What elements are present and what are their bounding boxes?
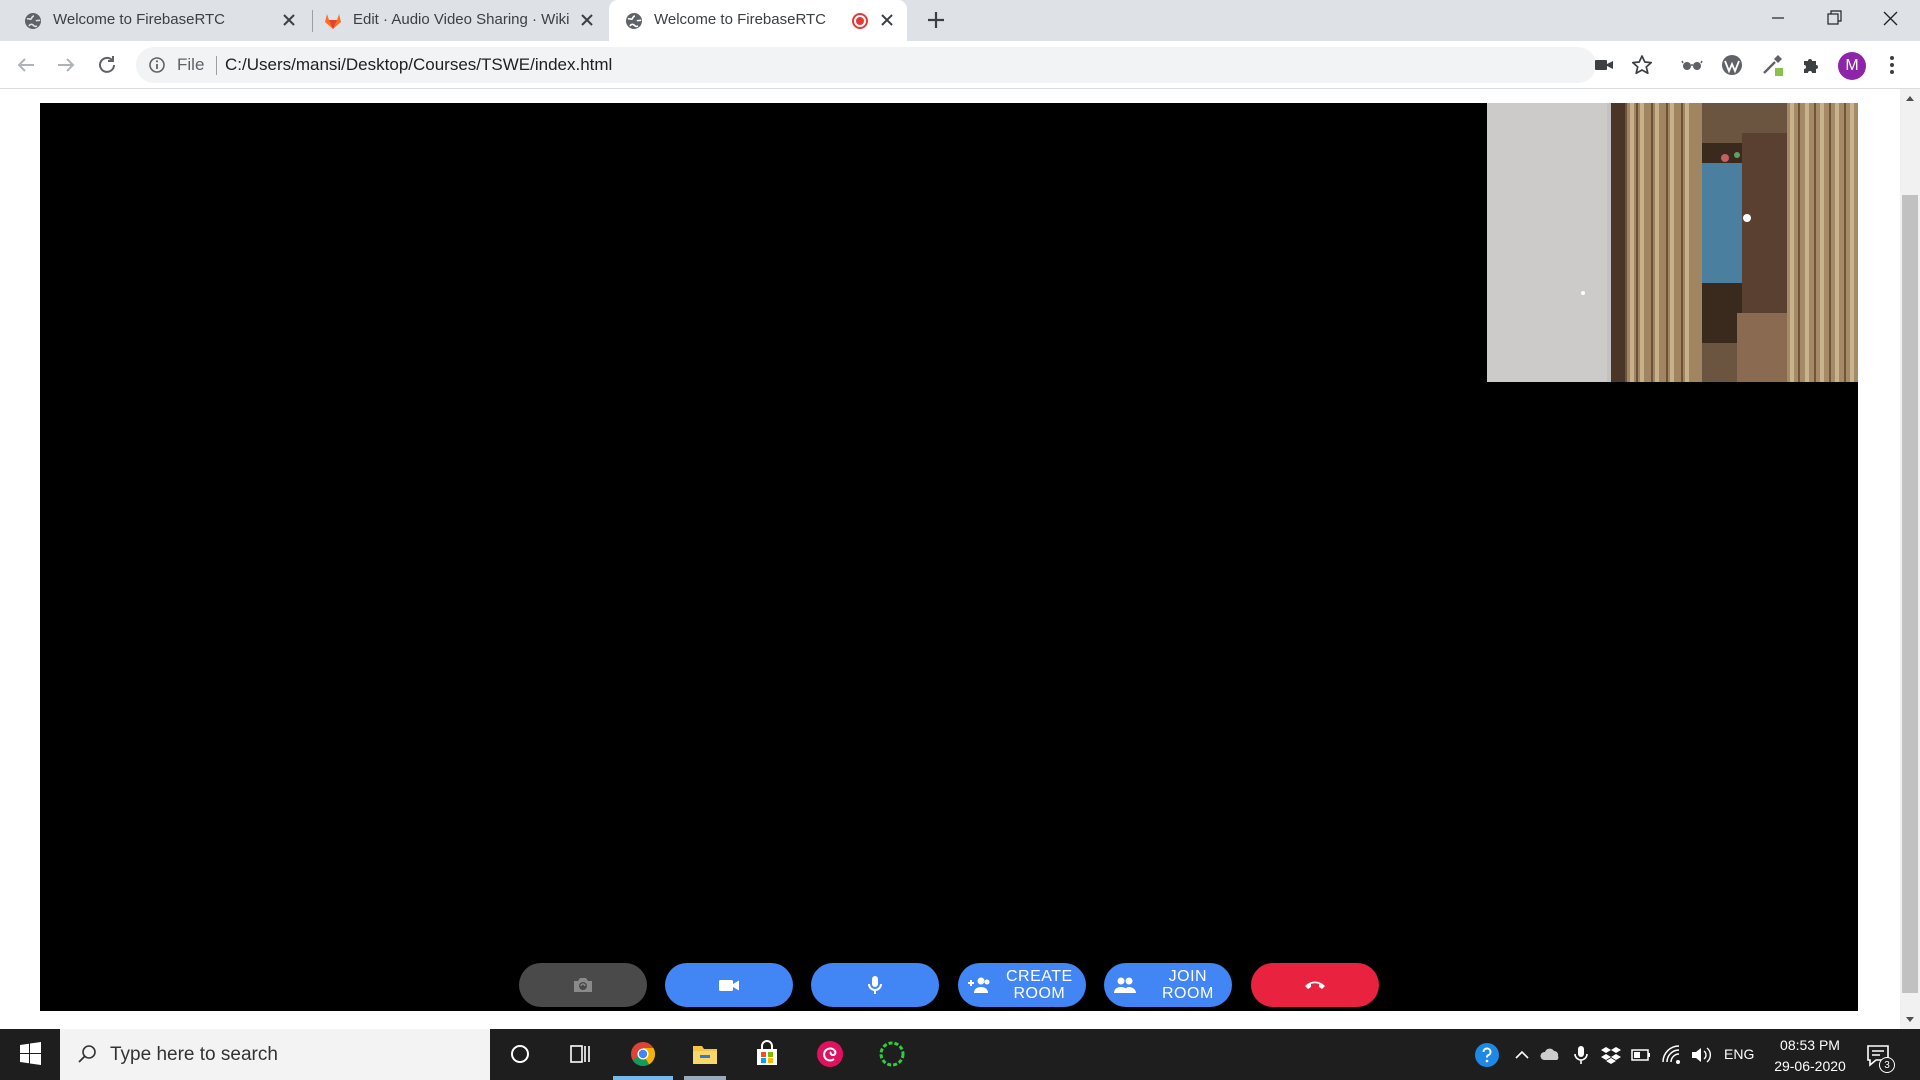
forward-arrow-icon[interactable]	[54, 53, 78, 77]
clock-time: 08:53 PM	[1780, 1037, 1840, 1053]
task-view-icon[interactable]	[565, 1039, 595, 1069]
scroll-down-arrow-icon[interactable]	[1906, 1017, 1914, 1022]
call-controls: CREATE ROOM JOIN ROOM	[519, 963, 1379, 1007]
menu-kebab-icon[interactable]	[1880, 53, 1904, 77]
tab-title: Welcome to FirebaseRTC	[654, 11, 827, 28]
camera-in-use-icon[interactable]	[1594, 56, 1614, 74]
search-placeholder: Type here to search	[110, 1044, 278, 1065]
cortana-icon[interactable]	[505, 1039, 535, 1069]
videocam-icon	[716, 972, 742, 998]
call-end-icon	[1302, 972, 1328, 998]
chrome-active-indicator	[613, 1076, 673, 1080]
scheme-label: File	[177, 55, 205, 74]
dropbox-icon[interactable]	[1600, 1044, 1622, 1066]
wordpress-extension-icon[interactable]	[1720, 53, 1744, 77]
minimize-icon[interactable]	[1750, 0, 1806, 38]
reload-icon[interactable]	[95, 53, 119, 77]
create-room-button[interactable]: CREATE ROOM	[958, 963, 1086, 1007]
close-window-icon[interactable]	[1862, 0, 1918, 38]
toggle-camera-button[interactable]	[665, 963, 793, 1007]
file-explorer-icon[interactable]	[690, 1039, 720, 1069]
join-room-label: JOIN ROOM	[1162, 968, 1214, 1002]
bookmark-star-icon[interactable]	[1631, 54, 1653, 76]
url-text[interactable]: C:/Users/mansi/Desktop/Courses/TSWE/inde…	[225, 55, 612, 75]
scroll-up-arrow-icon[interactable]	[1906, 96, 1914, 101]
camera-switch-icon	[570, 972, 596, 998]
language-indicator[interactable]: ENG	[1724, 1046, 1754, 1062]
switch-camera-button[interactable]	[519, 963, 647, 1007]
tab-title: Edit · Audio Video Sharing · Wiki	[353, 11, 570, 28]
debian-app-icon[interactable]	[815, 1039, 845, 1069]
notification-count-badge: 3	[1879, 1057, 1895, 1073]
tab-title: Welcome to FirebaseRTC	[53, 11, 226, 28]
new-tab-plus-icon[interactable]	[924, 8, 948, 32]
back-arrow-icon[interactable]	[14, 53, 38, 77]
group-icon	[1112, 972, 1138, 998]
join-room-button[interactable]: JOIN ROOM	[1104, 963, 1232, 1007]
omnibox-divider	[216, 56, 217, 75]
color-picker-extension-icon[interactable]	[1760, 53, 1784, 77]
tab-welcome-firebasertc-active[interactable]: Welcome to FirebaseRTC	[609, 0, 907, 43]
profile-avatar[interactable]: M	[1838, 52, 1866, 80]
globe-icon	[625, 12, 643, 30]
toggle-mic-button[interactable]	[811, 963, 939, 1007]
globe-icon	[24, 12, 42, 30]
windows-start-icon[interactable]	[0, 1029, 60, 1080]
microphone-tray-icon[interactable]	[1570, 1044, 1592, 1066]
extensions-puzzle-icon[interactable]	[1800, 53, 1824, 77]
address-bar[interactable]: File C:/Users/mansi/Desktop/Courses/TSWE…	[136, 47, 1653, 83]
chrome-taskbar-icon[interactable]	[628, 1039, 658, 1069]
microphone-icon	[862, 972, 888, 998]
onedrive-cloud-icon[interactable]	[1540, 1044, 1562, 1066]
search-icon	[76, 1043, 98, 1065]
gitlab-icon	[324, 12, 342, 30]
windows-taskbar: Type here to search ENG 08:53 PM 29-06-2…	[0, 1029, 1920, 1080]
recording-indicator-icon	[852, 13, 868, 29]
close-tab-icon[interactable]	[878, 11, 896, 29]
create-room-label: CREATE ROOM	[1006, 968, 1073, 1002]
group-add-icon	[966, 972, 992, 998]
clock[interactable]: 08:53 PM 29-06-2020	[1762, 1035, 1858, 1077]
restore-icon[interactable]	[1806, 0, 1862, 38]
tab-edit-audio-video-sharing[interactable]: Edit · Audio Video Sharing · Wiki	[313, 0, 607, 41]
help-question-icon[interactable]	[1474, 1042, 1500, 1068]
page-content: CREATE ROOM JOIN ROOM	[0, 89, 1920, 1029]
glasses-extension-icon[interactable]	[1680, 53, 1704, 77]
taskbar-search-box[interactable]: Type here to search	[60, 1029, 490, 1080]
show-hidden-icons-chevron-icon[interactable]	[1511, 1044, 1533, 1066]
tab-welcome-firebasertc-1[interactable]: Welcome to FirebaseRTC	[8, 0, 308, 41]
battery-icon[interactable]	[1630, 1044, 1652, 1066]
explorer-open-indicator	[684, 1076, 726, 1080]
green-loader-app-icon[interactable]	[877, 1039, 907, 1069]
microsoft-store-icon[interactable]	[752, 1039, 782, 1069]
wifi-icon[interactable]	[1660, 1044, 1682, 1066]
clock-date: 29-06-2020	[1774, 1058, 1846, 1074]
scroll-thumb[interactable]	[1902, 195, 1918, 993]
local-video	[1487, 103, 1858, 382]
tab-strip: Welcome to FirebaseRTC Edit · Audio Vide…	[0, 0, 1920, 43]
webcam-preview-image	[1487, 103, 1858, 382]
close-tab-icon[interactable]	[578, 11, 596, 29]
volume-icon[interactable]	[1690, 1044, 1712, 1066]
close-tab-icon[interactable]	[280, 11, 298, 29]
info-icon[interactable]	[148, 56, 166, 74]
browser-toolbar: File C:/Users/mansi/Desktop/Courses/TSWE…	[0, 41, 1920, 89]
hang-up-button[interactable]	[1251, 963, 1379, 1007]
